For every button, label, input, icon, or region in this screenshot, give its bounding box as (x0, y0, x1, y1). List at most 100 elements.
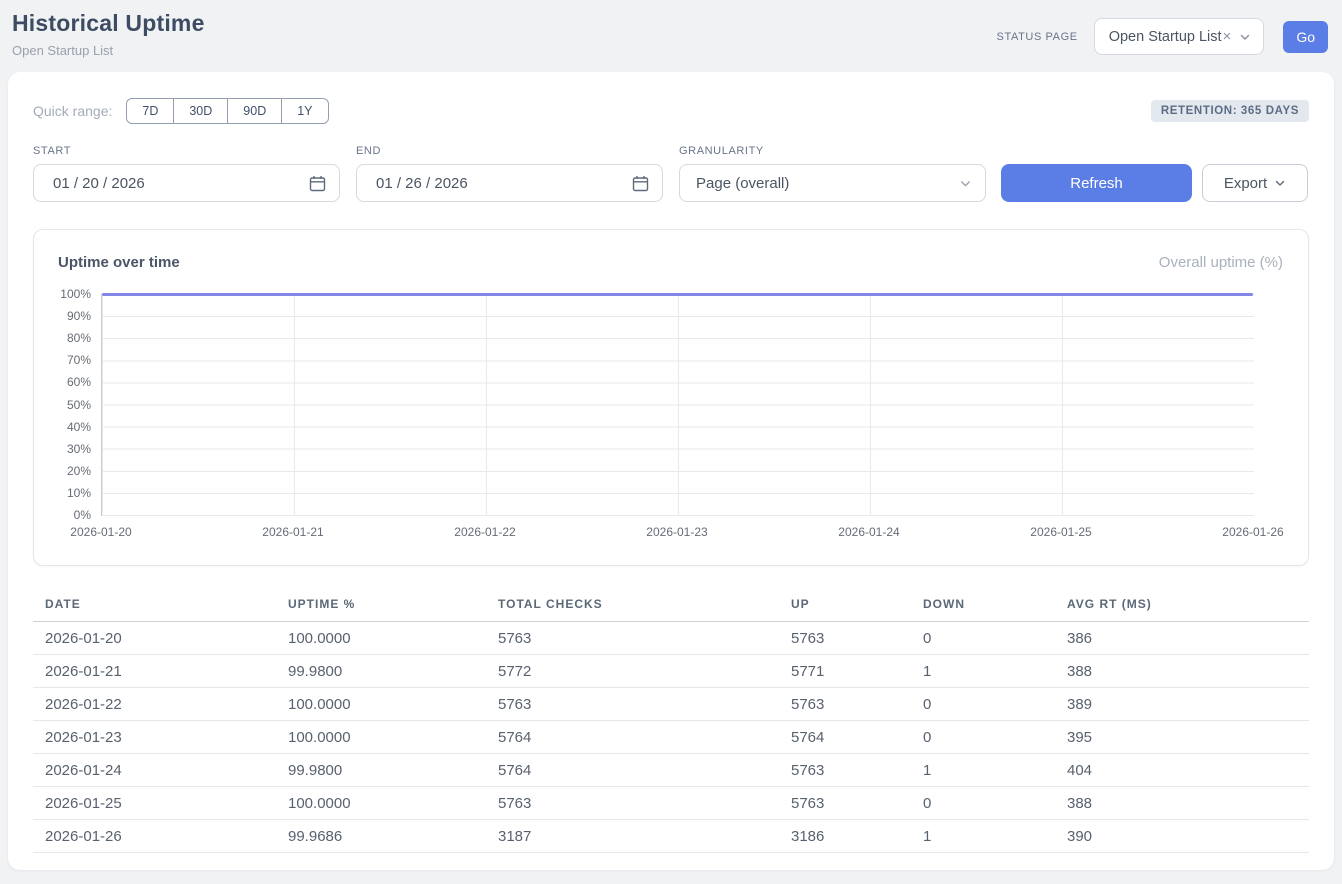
x-tick: 2026-01-26 (1222, 525, 1283, 539)
y-tick: 20% (67, 463, 91, 479)
granularity-field: GRANULARITY Page (overall) (679, 145, 986, 202)
chevron-down-icon (959, 177, 972, 190)
x-tick: 2026-01-20 (70, 525, 131, 539)
cell-date: 2026-01-22 (33, 688, 276, 721)
granularity-label: GRANULARITY (679, 145, 986, 157)
clear-selection-icon[interactable]: × (1223, 28, 1232, 45)
y-tick: 30% (67, 441, 91, 457)
y-tick: 10% (67, 485, 91, 501)
cell-uptime: 100.0000 (276, 787, 486, 820)
uptime-chart-card: Uptime over time Overall uptime (%) 100%… (33, 229, 1309, 566)
y-tick: 80% (67, 330, 91, 346)
col-header-down: DOWN (911, 591, 1055, 622)
cell-total-checks: 3187 (486, 820, 779, 853)
quick-range-1y-button[interactable]: 1Y (281, 98, 328, 124)
start-label: START (33, 145, 340, 157)
cell-up: 5763 (779, 622, 911, 655)
cell-avg-rt: 395 (1055, 721, 1309, 754)
col-header-uptime: UPTIME % (276, 591, 486, 622)
cell-up: 5764 (779, 721, 911, 754)
refresh-button[interactable]: Refresh (1001, 164, 1192, 202)
page-header: Historical Uptime Open Startup List STAT… (0, 0, 1342, 72)
calendar-icon[interactable] (632, 175, 649, 192)
cell-uptime: 100.0000 (276, 721, 486, 754)
cell-up: 5763 (779, 688, 911, 721)
go-button[interactable]: Go (1283, 21, 1328, 53)
uptime-table: DATE UPTIME % TOTAL CHECKS UP DOWN AVG R… (33, 591, 1309, 853)
calendar-icon[interactable] (309, 175, 326, 192)
cell-down: 0 (911, 787, 1055, 820)
y-axis-labels: 100% 90% 80% 70% 60% 50% 40% 30% 20% 10%… (34, 294, 96, 516)
y-tick: 90% (67, 308, 91, 324)
cell-date: 2026-01-26 (33, 820, 276, 853)
cell-up: 5771 (779, 655, 911, 688)
col-header-date: DATE (33, 591, 276, 622)
granularity-select[interactable]: Page (overall) (679, 164, 986, 202)
table-row: 2026-01-26 99.9686 3187 3186 1 390 (33, 820, 1309, 853)
cell-down: 0 (911, 721, 1055, 754)
cell-uptime: 100.0000 (276, 688, 486, 721)
cell-avg-rt: 389 (1055, 688, 1309, 721)
y-tick: 60% (67, 374, 91, 390)
x-tick: 2026-01-25 (1030, 525, 1091, 539)
cell-avg-rt: 404 (1055, 754, 1309, 787)
cell-down: 1 (911, 655, 1055, 688)
cell-date: 2026-01-24 (33, 754, 276, 787)
uptime-line-series (102, 293, 1253, 296)
end-date-input[interactable]: 01 / 26 / 2026 (356, 164, 663, 202)
status-page-label: STATUS PAGE (997, 31, 1078, 43)
header-controls: STATUS PAGE Open Startup List × Go (997, 18, 1328, 55)
y-tick: 100% (60, 286, 91, 302)
cell-down: 0 (911, 688, 1055, 721)
export-button[interactable]: Export (1202, 164, 1308, 202)
quick-range-label: Quick range: (33, 103, 112, 119)
page-title: Historical Uptime (12, 10, 205, 37)
status-page-selector[interactable]: Open Startup List × (1094, 18, 1265, 55)
table-row: 2026-01-22 100.0000 5763 5763 0 389 (33, 688, 1309, 721)
cell-total-checks: 5772 (486, 655, 779, 688)
cell-date: 2026-01-20 (33, 622, 276, 655)
title-block: Historical Uptime Open Startup List (12, 10, 205, 58)
main-card: Quick range: 7D 30D 90D 1Y RETENTION: 36… (8, 72, 1334, 870)
start-date-value: 01 / 20 / 2026 (53, 175, 309, 192)
cell-total-checks: 5763 (486, 688, 779, 721)
table-row: 2026-01-23 100.0000 5764 5764 0 395 (33, 721, 1309, 754)
quick-range-7d-button[interactable]: 7D (126, 98, 174, 124)
quick-range-90d-button[interactable]: 90D (227, 98, 282, 124)
chart-title: Uptime over time (58, 254, 180, 271)
quick-range-30d-button[interactable]: 30D (173, 98, 228, 124)
cell-up: 5763 (779, 787, 911, 820)
cell-total-checks: 5764 (486, 721, 779, 754)
col-header-avg-rt: AVG RT (MS) (1055, 591, 1309, 622)
retention-badge: RETENTION: 365 DAYS (1151, 100, 1309, 122)
y-tick: 40% (67, 419, 91, 435)
y-tick: 0% (74, 507, 91, 523)
x-tick: 2026-01-22 (454, 525, 515, 539)
quick-range-group: 7D 30D 90D 1Y (126, 98, 328, 124)
cell-date: 2026-01-23 (33, 721, 276, 754)
start-date-field: START 01 / 20 / 2026 (33, 145, 340, 202)
cell-up: 3186 (779, 820, 911, 853)
cell-uptime: 100.0000 (276, 622, 486, 655)
export-label: Export (1224, 175, 1267, 192)
table-header-row: DATE UPTIME % TOTAL CHECKS UP DOWN AVG R… (33, 591, 1309, 622)
cell-uptime: 99.9686 (276, 820, 486, 853)
y-tick: 70% (67, 352, 91, 368)
cell-up: 5763 (779, 754, 911, 787)
cell-avg-rt: 386 (1055, 622, 1309, 655)
cell-total-checks: 5763 (486, 787, 779, 820)
cell-down: 0 (911, 622, 1055, 655)
chevron-down-icon (1274, 177, 1286, 189)
status-page-selected-value: Open Startup List (1109, 29, 1222, 45)
end-label: END (356, 145, 663, 157)
x-tick: 2026-01-23 (646, 525, 707, 539)
cell-down: 1 (911, 754, 1055, 787)
chevron-down-icon (1239, 31, 1251, 43)
page-subtitle: Open Startup List (12, 43, 205, 58)
filters-row: START 01 / 20 / 2026 END 01 / 26 / 2026 … (33, 145, 1309, 202)
quick-range-row: Quick range: 7D 30D 90D 1Y RETENTION: 36… (33, 98, 1309, 124)
start-date-input[interactable]: 01 / 20 / 2026 (33, 164, 340, 202)
cell-total-checks: 5763 (486, 622, 779, 655)
y-tick: 50% (67, 397, 91, 413)
table-row: 2026-01-24 99.9800 5764 5763 1 404 (33, 754, 1309, 787)
